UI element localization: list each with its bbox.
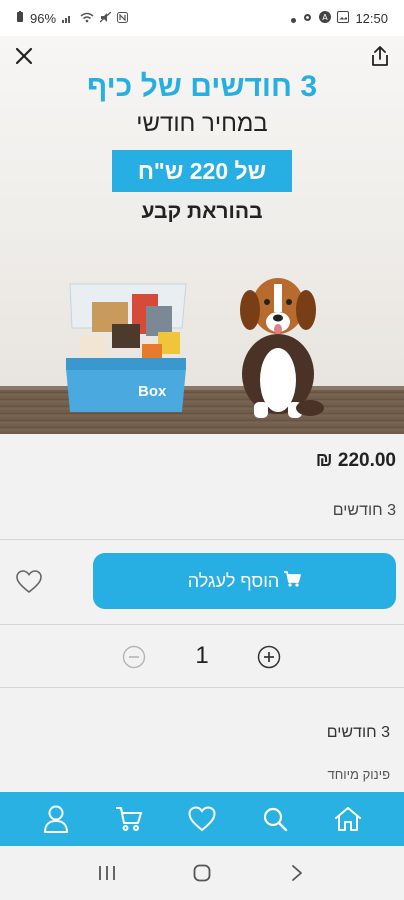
quantity-value: 1: [195, 642, 209, 669]
divider: [0, 687, 404, 688]
gallery-icon: [337, 10, 350, 26]
battery-icon: [16, 10, 24, 26]
product-variant: 3 חודשים: [332, 502, 396, 519]
signal-icon: [62, 11, 74, 26]
description-title: 3 חודשים: [326, 724, 390, 741]
promo-subtitle: במחיר חודשי: [136, 110, 268, 137]
quantity-decrease-button[interactable]: [122, 645, 146, 669]
promo-price-text: של 220 ש"ח: [137, 157, 267, 184]
nav-search[interactable]: [255, 799, 295, 839]
home-system-button[interactable]: [187, 858, 217, 888]
system-navigation-bar: [0, 846, 404, 900]
notification-dot-icon: [291, 11, 297, 26]
app-badge-icon: A: [319, 10, 332, 26]
recent-apps-icon: [99, 866, 116, 880]
nav-cart[interactable]: [109, 799, 149, 839]
wooden-floor: [0, 390, 404, 434]
gift-box-image: Box: [66, 283, 187, 412]
status-right: A 12:50: [291, 10, 388, 26]
divider: [0, 539, 404, 540]
wishlist-button[interactable]: [14, 567, 44, 597]
promo-price-badge: של 220 ש"ח: [112, 150, 292, 192]
close-icon: [15, 47, 33, 65]
bottom-navigation: [0, 792, 404, 846]
heart-icon: [16, 570, 42, 594]
wifi-icon: [80, 11, 94, 26]
share-icon: [372, 46, 388, 66]
back-system-button[interactable]: [282, 858, 312, 888]
add-to-cart-button[interactable]: הוסף לעגלה: [93, 553, 396, 609]
home-icon: [334, 807, 361, 831]
dog-image: [240, 278, 324, 418]
close-button[interactable]: [10, 42, 38, 70]
status-bar: 96% A 12:50: [0, 0, 404, 36]
battery-percent: 96%: [30, 10, 57, 26]
hero-banner: 3 חודשים של כיף במחיר חודשי של 220 ש"ח ב…: [0, 36, 404, 434]
divider: [0, 624, 404, 625]
quantity-increase-button[interactable]: [257, 645, 281, 669]
cart-icon: [116, 807, 143, 831]
nfc-icon: [117, 11, 129, 26]
add-to-cart-label: הוסף לעגלה: [187, 570, 280, 591]
user-icon: [44, 805, 69, 833]
promo-title: 3 חודשים של כיף: [86, 70, 318, 103]
box-brand-label: Box: [138, 383, 167, 400]
heart-icon: [188, 806, 216, 832]
chevron-right-icon: [291, 865, 302, 881]
recent-apps-button[interactable]: [92, 858, 122, 888]
promo-standing-order: בהוראת קבע: [141, 200, 263, 223]
clock-time: 12:50: [355, 10, 388, 26]
description-text: פינוק מיוחד: [327, 767, 390, 782]
mute-icon: [99, 11, 112, 26]
nav-account[interactable]: [36, 799, 76, 839]
svg-text:A: A: [323, 13, 329, 22]
nav-home[interactable]: [328, 799, 368, 839]
status-left: 96%: [16, 10, 129, 26]
nav-favorites[interactable]: [182, 799, 222, 839]
share-button[interactable]: [366, 42, 394, 70]
home-square-icon: [193, 864, 211, 882]
search-icon: [263, 807, 287, 832]
product-price: 220.00 ₪: [315, 450, 396, 471]
settings-gear-icon: [302, 11, 313, 26]
cart-icon: [283, 570, 302, 592]
